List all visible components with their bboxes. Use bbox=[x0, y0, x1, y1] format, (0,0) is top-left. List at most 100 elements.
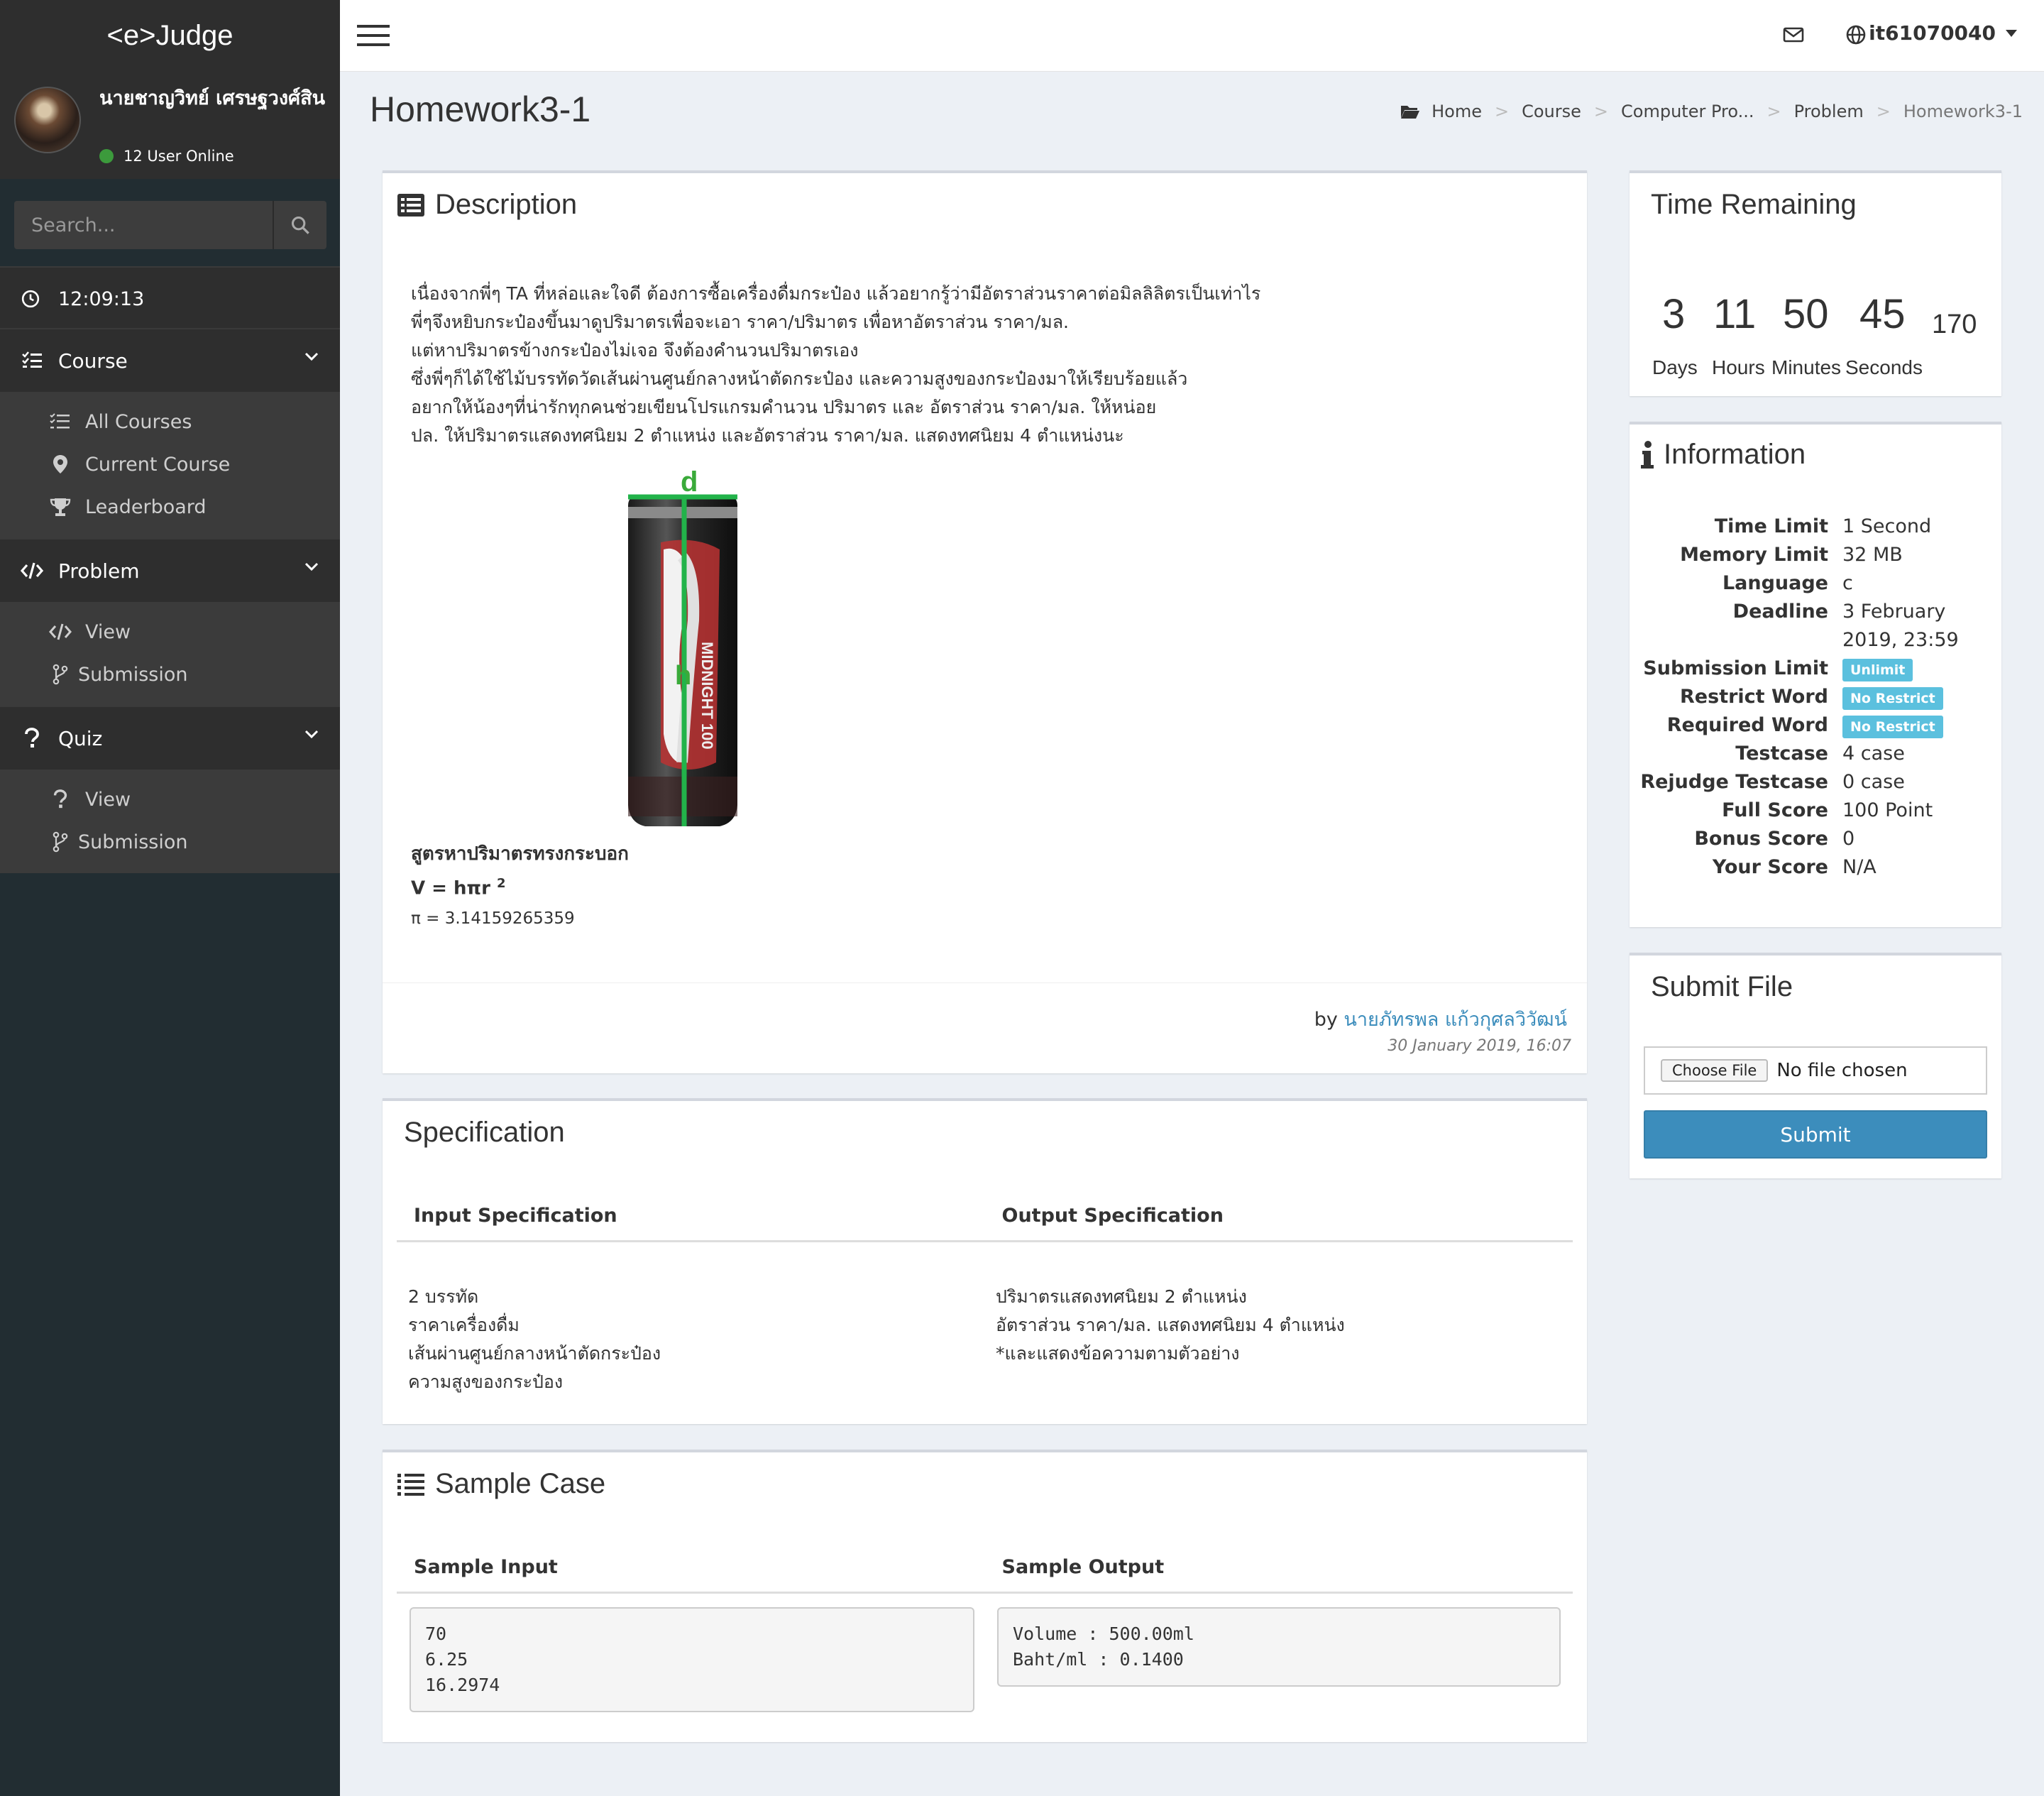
info-key: Memory Limit bbox=[1680, 544, 1828, 566]
menu-course-label: Course bbox=[58, 349, 128, 373]
sidebar: <e>Judge นายชาญวิทย์ เศรษฐวงศ์สิน 12 Use… bbox=[0, 0, 340, 1796]
info-key: Time Limit bbox=[1714, 515, 1828, 537]
breadcrumb-home[interactable]: Home bbox=[1432, 102, 1482, 121]
sample-input-box[interactable]: 70 6.25 16.2974 bbox=[410, 1607, 974, 1712]
code-icon bbox=[49, 623, 72, 640]
author-link[interactable]: นายภัทรพล แก้วกุศลวิวัฒน์ bbox=[1344, 1009, 1567, 1031]
question-icon bbox=[53, 789, 67, 809]
countdown-seconds: 45 bbox=[1859, 291, 1906, 337]
list-icon bbox=[50, 413, 70, 429]
countdown-minutes-label: Minutes bbox=[1771, 356, 1842, 378]
info-row-full-score: Full Score 100 Point bbox=[1630, 799, 2001, 828]
menu-problem-submission[interactable]: Submission bbox=[0, 653, 340, 696]
countdown-days: 3 bbox=[1662, 291, 1686, 337]
info-row-testcase: Testcase 4 case bbox=[1630, 743, 2001, 771]
author-date: 30 January 2019, 16:07 bbox=[1388, 1037, 1571, 1055]
menu-quiz-view-label: View bbox=[85, 788, 131, 811]
menu-quiz-label: Quiz bbox=[58, 726, 103, 750]
submit-button[interactable]: Submit bbox=[1644, 1110, 1987, 1159]
info-key: Bonus Score bbox=[1694, 828, 1828, 850]
menu-leaderboard[interactable]: Leaderboard bbox=[0, 486, 340, 528]
info-key: Submission Limit bbox=[1643, 657, 1828, 679]
sample-output-box[interactable]: Volume : 500.00ml Baht/ml : 0.1400 bbox=[997, 1607, 1561, 1687]
menu-current-course-label: Current Course bbox=[85, 453, 231, 476]
choose-file-button[interactable]: Choose File bbox=[1661, 1059, 1769, 1082]
output-spec-body: ปริมาตรแสดงทศนิยม 2 ตำแหน่ง อัตราส่วน รา… bbox=[996, 1283, 1345, 1368]
countdown-minutes: 50 bbox=[1783, 291, 1829, 337]
quiz-submenu: View Submission bbox=[0, 770, 340, 873]
breadcrumb-course[interactable]: Course bbox=[1522, 102, 1581, 121]
submission-limit-badge: Unlimit bbox=[1842, 659, 1913, 681]
breadcrumb-computer-pro[interactable]: Computer Pro... bbox=[1621, 102, 1754, 121]
info-row-restrict-word: Restrict Word No Restrict bbox=[1630, 686, 2001, 714]
clock-time: 12:09:13 bbox=[58, 288, 145, 310]
hamburger-menu-icon[interactable] bbox=[357, 24, 390, 47]
output-spec-line: *และแสดงข้อความตามตัวอย่าง bbox=[996, 1343, 1240, 1364]
menu-problem[interactable]: Problem bbox=[0, 538, 340, 602]
brand-logo[interactable]: <e>Judge bbox=[0, 0, 340, 71]
breadcrumb-current: Homework3-1 bbox=[1903, 102, 2023, 121]
info-row-bonus-score: Bonus Score 0 bbox=[1630, 828, 2001, 856]
file-input[interactable]: Choose File No file chosen bbox=[1644, 1046, 1987, 1095]
info-value: N/A bbox=[1842, 856, 1877, 878]
information-box: Information Time Limit 1 Second Memory Li… bbox=[1630, 422, 2001, 927]
info-value: 0 case bbox=[1842, 771, 1905, 793]
info-row-your-score: Your Score N/A bbox=[1630, 856, 2001, 885]
menu-quiz[interactable]: Quiz bbox=[0, 706, 340, 770]
countdown-hours: 11 bbox=[1713, 291, 1757, 337]
required-word-badge: No Restrict bbox=[1842, 716, 1943, 738]
online-status: 12 User Online bbox=[99, 148, 234, 165]
info-value: 4 case bbox=[1842, 743, 1905, 765]
sample-output-header: Sample Output bbox=[1001, 1555, 1165, 1578]
specification-table: Input Specification Output Specification bbox=[397, 1190, 1573, 1242]
input-spec-line: ราคาเครื่องดื่ม bbox=[408, 1315, 520, 1335]
breadcrumb-problem[interactable]: Problem bbox=[1794, 102, 1864, 121]
info-value: 2019, 23:59 bbox=[1842, 629, 1959, 651]
menu-current-course[interactable]: Current Course bbox=[0, 443, 340, 486]
diameter-label: d bbox=[681, 466, 698, 498]
info-row-memory-limit: Memory Limit 32 MB bbox=[1630, 544, 2001, 572]
countdown-seconds-label: Seconds bbox=[1845, 356, 1923, 378]
info-key: Testcase bbox=[1735, 743, 1828, 765]
menu-all-courses-label: All Courses bbox=[85, 410, 192, 433]
search-button[interactable] bbox=[273, 201, 326, 249]
menu-quiz-view[interactable]: View bbox=[0, 778, 340, 821]
formula-text: V = hπr bbox=[411, 877, 490, 899]
info-row-deadline: Deadline 3 February bbox=[1630, 601, 2001, 629]
description-line: ซึ่งพี่ๆก็ได้ใช้ไม้บรรทัดวัดเส้นผ่านศูนย… bbox=[411, 368, 1188, 389]
question-icon bbox=[25, 728, 39, 748]
user-name: นายชาญวิทย์ เศรษฐวงศ์สิน bbox=[99, 87, 326, 109]
info-row-required-word: Required Word No Restrict bbox=[1630, 714, 2001, 743]
sample-table: Sample Input Sample Output bbox=[397, 1542, 1573, 1594]
globe-icon[interactable] bbox=[1845, 24, 1867, 45]
info-icon bbox=[1641, 440, 1654, 469]
input-spec-line: เส้นผ่านศูนย์กลางหน้าตัดกระป๋อง bbox=[408, 1343, 661, 1364]
code-fork-icon bbox=[53, 664, 68, 685]
envelope-icon[interactable] bbox=[1783, 24, 1804, 45]
author-by: by bbox=[1314, 1009, 1338, 1031]
user-menu[interactable]: it61070040 bbox=[1869, 21, 2017, 45]
page-title: Homework3-1 bbox=[370, 89, 591, 129]
info-value: c bbox=[1842, 572, 1853, 594]
menu-course[interactable]: Course bbox=[0, 328, 340, 392]
sidebar-menu: Course All Courses Current Course Leader… bbox=[0, 328, 340, 873]
info-value: 0 bbox=[1842, 828, 1855, 850]
restrict-word-badge: No Restrict bbox=[1842, 687, 1943, 710]
info-value: 32 MB bbox=[1842, 544, 1903, 566]
menu-all-courses[interactable]: All Courses bbox=[0, 400, 340, 443]
submit-file-title: Submit File bbox=[1651, 971, 1793, 1002]
menu-problem-view[interactable]: View bbox=[0, 610, 340, 653]
chevron-down-icon bbox=[304, 562, 319, 571]
menu-quiz-submission[interactable]: Submission bbox=[0, 821, 340, 863]
info-value: 3 February bbox=[1842, 601, 1946, 623]
sample-case-title: Sample Case bbox=[397, 1468, 605, 1500]
breadcrumb-separator: > bbox=[1876, 102, 1891, 121]
formula-title: สูตรหาปริมาตรทรงกระบอก bbox=[411, 843, 629, 865]
specification-header-row: Input Specification Output Specification bbox=[397, 1190, 1573, 1242]
description-box: Description เนื่องจากพี่ๆ TA ที่หล่อและใ… bbox=[383, 170, 1587, 1073]
server-clock: 12:09:13 bbox=[0, 266, 340, 330]
chevron-down-icon bbox=[304, 352, 319, 361]
caret-down-icon bbox=[2006, 29, 2017, 37]
search-input[interactable]: Search... bbox=[14, 201, 273, 249]
folder-open-icon bbox=[1401, 106, 1420, 119]
